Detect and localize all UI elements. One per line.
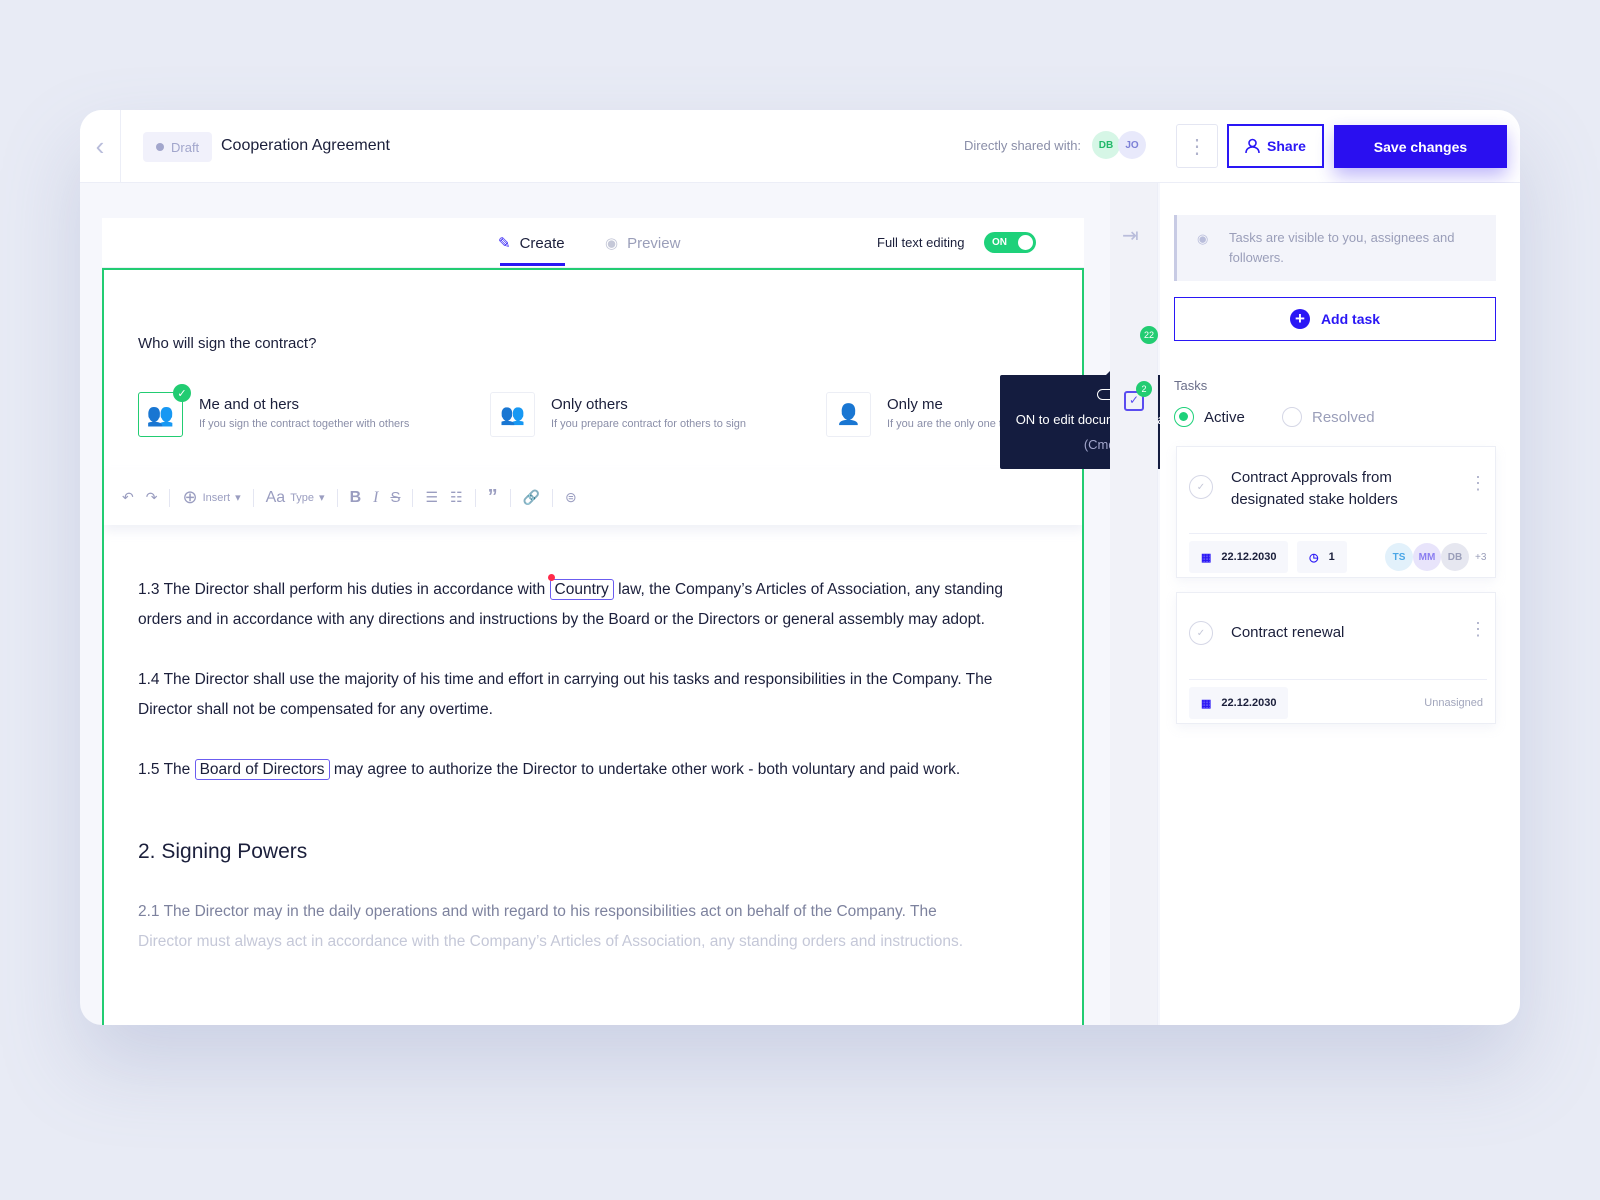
redo-icon[interactable]: ↷	[146, 489, 158, 506]
editor-panel: ✎ Create ◉ Preview Full text editing ON Wh…	[102, 218, 1084, 1025]
paragraph-1-4: 1.4 The Director shall use the majority …	[138, 671, 993, 718]
task-title: Contract renewal	[1231, 624, 1345, 641]
collapse-panel-icon[interactable]: ⇥	[1122, 223, 1139, 248]
task-card[interactable]: ✓ Contract renewal ⋮ ▦ 22.12.2030 Unnasig…	[1176, 592, 1496, 724]
filter-active[interactable]: Active	[1174, 407, 1245, 427]
avatar: TS	[1385, 543, 1413, 571]
side-rail: ⇥ 22 ✓ 2	[1110, 183, 1158, 1025]
others-icon: 👥	[490, 392, 535, 437]
undo-icon[interactable]: ↶	[122, 489, 134, 506]
option-desc: If you prepare contract for others to si…	[551, 418, 747, 430]
person-icon: 👤	[826, 392, 871, 437]
paragraph-2-1: 2.1 The Director may in the daily operat…	[138, 903, 937, 920]
toggle-label: ON	[992, 237, 1007, 248]
strikethrough-icon[interactable]: S	[390, 489, 400, 506]
full-text-editing-toggle[interactable]: ON	[984, 232, 1036, 253]
avatar[interactable]: DB	[1092, 131, 1120, 159]
app-window: ‹ Draft Cooperation Agreement Directly s…	[80, 110, 1520, 1025]
due-date[interactable]: ▦ 22.12.2030	[1189, 687, 1289, 719]
type-button[interactable]: Aa Type ▾	[266, 489, 325, 507]
variable-country[interactable]: Country	[547, 574, 614, 600]
tasks-label: Tasks	[1174, 378, 1208, 393]
variable-board-of-directors[interactable]: Board of Directors	[194, 759, 330, 780]
comments-badge[interactable]: 22	[1140, 326, 1158, 344]
more-options-button[interactable]: ⋮	[1176, 124, 1218, 168]
due-date[interactable]: ▦ 22.12.2030	[1189, 541, 1289, 573]
numbered-list-icon[interactable]: ☷	[450, 489, 463, 506]
document-body[interactable]: Who will sign the contract? 👥 ✓ Me and ot…	[102, 268, 1084, 1025]
header: ‹ Draft Cooperation Agreement Directly s…	[80, 110, 1520, 183]
complete-task-checkbox[interactable]: ✓	[1189, 475, 1213, 499]
quote-icon[interactable]: ”	[488, 486, 498, 509]
comment-marker[interactable]	[547, 574, 555, 581]
document-text: 1.3 The Director shall perform his dutie…	[138, 574, 1038, 957]
reminder-count[interactable]: ◷ 1	[1297, 541, 1347, 573]
clock-icon: ◷	[1309, 551, 1319, 564]
visibility-notice: ◉ Tasks are visible to you, assignees and…	[1174, 215, 1496, 281]
avatar[interactable]: JO	[1118, 131, 1146, 159]
filter-resolved[interactable]: Resolved	[1282, 407, 1375, 427]
more-assignees: +3	[1475, 551, 1487, 563]
tab-preview[interactable]: ◉ Preview	[605, 234, 681, 253]
status-label: Draft	[171, 139, 200, 155]
save-changes-button[interactable]: Save changes	[1334, 125, 1507, 168]
shared-avatars: DB JO	[1092, 131, 1146, 159]
back-button[interactable]: ‹	[80, 110, 121, 183]
eye-icon: ◉	[1197, 231, 1209, 246]
pencil-icon: ✎	[498, 235, 511, 252]
option-title: Me and ot hers	[199, 396, 300, 413]
type-icon: Aa	[265, 488, 286, 506]
italic-icon[interactable]: I	[373, 489, 378, 507]
paragraph-1-5: 1.5 The Board of Directors may agree to …	[138, 759, 961, 780]
comment-icon[interactable]: ⊜	[565, 489, 577, 506]
insert-button[interactable]: ⊕ Insert ▾	[182, 487, 240, 508]
full-text-editing-label: Full text editing	[877, 235, 965, 250]
paragraph-2-1-cont: Director must always act in accordance w…	[138, 933, 964, 950]
option-only-others[interactable]: 👥 Only others If you prepare contract for…	[490, 392, 746, 437]
status-badge: Draft	[143, 132, 213, 162]
section-heading: 2. Signing Powers	[138, 840, 308, 863]
tab-label: Preview	[627, 234, 681, 252]
people-icon: 👥 ✓	[138, 384, 191, 437]
check-icon: ✓	[173, 384, 191, 402]
status-dot-icon	[156, 143, 164, 151]
eye-icon: ◉	[605, 235, 619, 252]
assignees[interactable]: TS MM DB +3	[1385, 543, 1486, 571]
option-title: Only others	[551, 396, 628, 413]
shared-label: Directly shared with:	[964, 138, 1082, 153]
editor-tabs: ✎ Create ◉ Preview Full text editing ON	[102, 218, 1084, 268]
document-title: Cooperation Agreement	[221, 137, 390, 154]
task-menu-icon[interactable]: ⋮	[1469, 473, 1487, 494]
calendar-icon: ▦	[1201, 697, 1212, 710]
avatar: MM	[1413, 543, 1441, 571]
formatting-toolbar: ↶ ↷ ⊕ Insert ▾ Aa Type ▾ BIS ☰ ☷ ” 🔗 ⊜	[104, 470, 1082, 525]
task-title: Contract Approvals from designated stake…	[1231, 469, 1398, 508]
tab-label: Create	[519, 234, 565, 252]
signer-question: Who will sign the contract?	[138, 335, 317, 352]
assignee-status[interactable]: Unnasigned	[1424, 697, 1483, 709]
option-me-and-others[interactable]: 👥 ✓ Me and ot hers If you sign the contrac…	[138, 384, 410, 437]
share-button[interactable]: Share	[1227, 124, 1324, 168]
complete-task-checkbox[interactable]: ✓	[1189, 621, 1213, 645]
task-menu-icon[interactable]: ⋮	[1469, 619, 1487, 640]
tasks-sidebar: ◉ Tasks are visible to you, assignees and…	[1160, 183, 1520, 1025]
share-label: Share	[1267, 138, 1306, 154]
task-card[interactable]: ✓ Contract Approvals from designated sta…	[1176, 446, 1496, 578]
user-icon	[1245, 138, 1260, 154]
calendar-icon: ▦	[1201, 551, 1212, 564]
avatar: DB	[1441, 543, 1469, 571]
bold-icon[interactable]: B	[350, 489, 362, 507]
add-task-button[interactable]: + Add task	[1174, 297, 1496, 341]
option-desc: If you sign the contract together with o…	[199, 418, 410, 430]
link-icon[interactable]: 🔗	[523, 489, 540, 506]
plus-circle-icon: ⊕	[182, 487, 198, 507]
plus-icon: +	[1289, 309, 1310, 329]
tab-create[interactable]: ✎ Create	[498, 234, 565, 266]
tasks-badge: 2	[1136, 381, 1152, 397]
paragraph-1-3: 1.3 The Director shall perform his dutie…	[138, 574, 1038, 635]
bullet-list-icon[interactable]: ☰	[425, 489, 438, 506]
